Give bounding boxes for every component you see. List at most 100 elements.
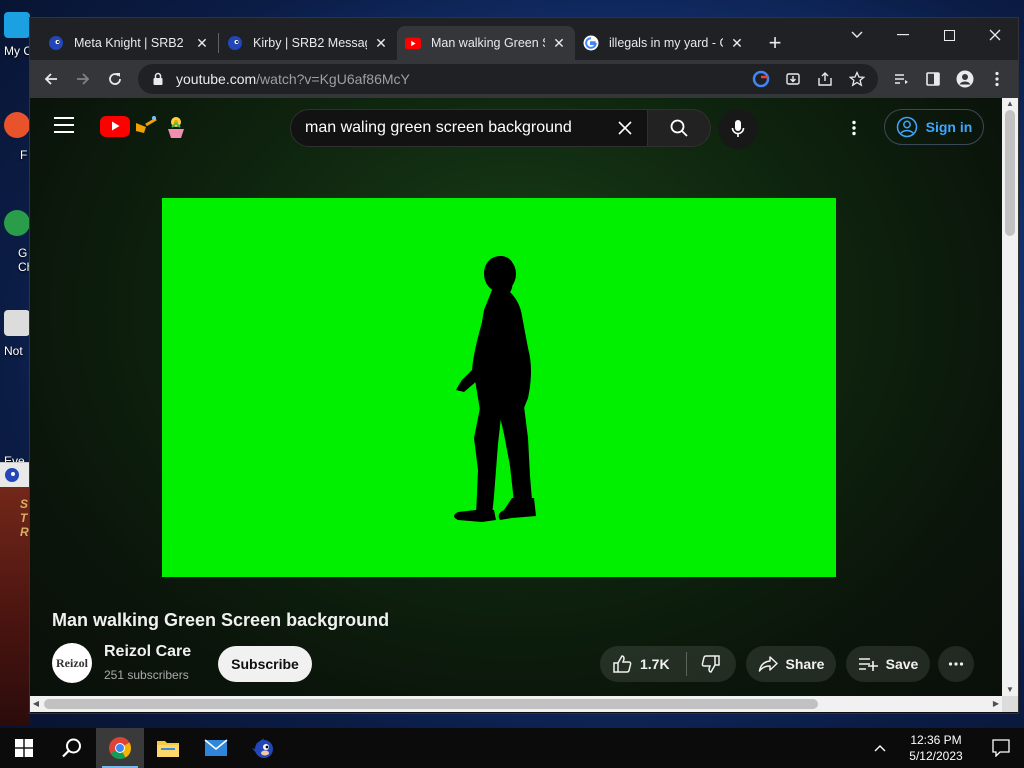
firefox-icon bbox=[4, 112, 30, 138]
clear-search-icon[interactable] bbox=[617, 120, 633, 136]
background-game-window[interactable]: S T R bbox=[0, 462, 30, 725]
share-button[interactable]: Share bbox=[746, 646, 836, 682]
channel-avatar[interactable]: Reizol bbox=[52, 643, 92, 683]
taskbar-mail[interactable] bbox=[192, 728, 240, 768]
google-lens-icon[interactable] bbox=[748, 66, 774, 92]
url-host: youtube.com bbox=[176, 71, 257, 87]
tab-title: Man walking Green S bbox=[431, 36, 545, 50]
more-actions-button[interactable] bbox=[938, 646, 974, 682]
minimize-button[interactable] bbox=[880, 18, 926, 52]
share-label: Share bbox=[785, 656, 825, 672]
reload-button[interactable] bbox=[100, 64, 130, 94]
vertical-scrollbar[interactable]: ▲ ▼ bbox=[1002, 98, 1018, 696]
sign-in-button[interactable]: Sign in bbox=[884, 109, 984, 145]
save-button[interactable]: Save bbox=[846, 646, 930, 682]
desktop-icon-my-computer[interactable]: My C bbox=[4, 12, 30, 58]
notepad-icon bbox=[4, 310, 30, 336]
desktop-icon-firefox[interactable]: F bbox=[4, 112, 30, 162]
tab-man-walking[interactable]: Man walking Green S ✕ bbox=[397, 26, 575, 60]
close-tab-icon[interactable]: ✕ bbox=[551, 35, 567, 51]
share-arrow-icon bbox=[758, 656, 778, 672]
desktop-icon-notepad[interactable]: Not bbox=[4, 310, 30, 358]
save-label: Save bbox=[885, 656, 919, 672]
close-tab-icon[interactable]: ✕ bbox=[373, 35, 389, 51]
guide-menu-button[interactable] bbox=[52, 113, 76, 137]
voice-search-button[interactable] bbox=[718, 109, 758, 149]
notification-center-button[interactable] bbox=[978, 739, 1024, 757]
avatar-text: Reizol bbox=[56, 655, 88, 670]
desktop-icon-label: G Ch bbox=[18, 246, 30, 274]
youtube-logo[interactable] bbox=[100, 113, 188, 139]
like-dislike-group: 1.7K bbox=[600, 646, 736, 682]
search-input[interactable]: man waling green screen background bbox=[290, 109, 648, 147]
close-tab-icon[interactable]: ✕ bbox=[194, 35, 210, 51]
taskbar-search-button[interactable] bbox=[48, 728, 96, 768]
taskbar-clock[interactable]: 12:36 PM 5/12/2023 bbox=[894, 732, 978, 764]
scroll-down-arrow-icon[interactable]: ▼ bbox=[1002, 684, 1018, 696]
walking-man-silhouette bbox=[454, 256, 536, 522]
scroll-left-arrow-icon[interactable]: ◀ bbox=[30, 696, 42, 712]
reload-icon bbox=[109, 73, 121, 85]
side-panel-button[interactable] bbox=[918, 64, 948, 94]
chrome-menu-button[interactable] bbox=[982, 64, 1012, 94]
new-tab-button[interactable]: + bbox=[761, 29, 789, 57]
game-window-titlebar bbox=[0, 463, 30, 487]
search-button[interactable] bbox=[647, 109, 711, 147]
account-icon bbox=[896, 116, 917, 138]
install-app-icon[interactable] bbox=[780, 66, 806, 92]
taskbar-chrome[interactable] bbox=[96, 728, 144, 768]
bookmark-star-icon[interactable] bbox=[844, 66, 870, 92]
settings-menu-button[interactable] bbox=[842, 116, 866, 140]
like-count: 1.7K bbox=[640, 656, 670, 672]
scroll-up-arrow-icon[interactable]: ▲ bbox=[1002, 98, 1018, 110]
subscribe-button[interactable]: Subscribe bbox=[218, 646, 312, 682]
subscriber-count: 251 subscribers bbox=[104, 668, 189, 682]
url-path: /watch?v=KgU6af86McY bbox=[256, 71, 410, 87]
tab-google-search[interactable]: illegals in my yard - G ✕ bbox=[575, 26, 753, 60]
show-hidden-icons-button[interactable] bbox=[866, 744, 894, 752]
tab-meta-knight[interactable]: Meta Knight | SRB2 M ✕ bbox=[40, 26, 218, 60]
hamburger-line bbox=[54, 131, 74, 133]
hamburger-line bbox=[54, 124, 74, 126]
desktop-icon-chrome[interactable]: G Ch bbox=[4, 210, 30, 274]
horizontal-scrollbar[interactable]: ◀ ▶ bbox=[30, 696, 1002, 712]
forward-button[interactable] bbox=[68, 64, 98, 94]
start-button[interactable] bbox=[0, 728, 48, 768]
thumbs-down-icon bbox=[701, 655, 720, 673]
share-page-icon[interactable] bbox=[812, 66, 838, 92]
desktop-icon-event[interactable]: Eve bbox=[4, 410, 30, 468]
tab-kirby[interactable]: Kirby | SRB2 Message ✕ bbox=[219, 26, 397, 60]
horizontal-dots-icon bbox=[948, 662, 964, 666]
scroll-right-arrow-icon[interactable]: ▶ bbox=[990, 696, 1002, 712]
profile-button[interactable] bbox=[950, 64, 980, 94]
back-arrow-icon bbox=[44, 73, 57, 85]
youtube-page: man waling green screen background Sign … bbox=[30, 98, 1002, 698]
address-bar[interactable]: youtube.com/watch?v=KgU6af86McY bbox=[138, 64, 878, 94]
close-tab-icon[interactable]: ✕ bbox=[729, 35, 745, 51]
forward-arrow-icon bbox=[77, 73, 90, 85]
taskbar-srb2[interactable] bbox=[240, 728, 288, 768]
maximize-button[interactable] bbox=[926, 18, 972, 52]
microphone-icon bbox=[731, 120, 745, 137]
browser-window: Meta Knight | SRB2 M ✕ Kirby | SRB2 Mess… bbox=[30, 18, 1018, 713]
chrome-icon bbox=[4, 210, 30, 236]
youtube-play-icon bbox=[100, 115, 130, 137]
close-window-button[interactable] bbox=[972, 18, 1018, 52]
dislike-button[interactable] bbox=[687, 654, 735, 674]
tab-strip: Meta Knight | SRB2 M ✕ Kirby | SRB2 Mess… bbox=[30, 18, 1018, 60]
reading-list-button[interactable] bbox=[886, 64, 916, 94]
taskbar-file-explorer[interactable] bbox=[144, 728, 192, 768]
tab-search-icon[interactable] bbox=[834, 18, 880, 52]
like-button[interactable]: 1.7K bbox=[600, 654, 686, 674]
taskbar: 12:36 PM 5/12/2023 bbox=[0, 728, 1024, 768]
video-player[interactable] bbox=[162, 198, 836, 577]
clock-time: 12:36 PM bbox=[910, 733, 962, 747]
shortcut-icon bbox=[4, 410, 30, 436]
channel-name[interactable]: Reizol Care bbox=[104, 643, 191, 661]
horizontal-scroll-thumb[interactable] bbox=[44, 699, 818, 709]
vertical-scroll-thumb[interactable] bbox=[1005, 110, 1015, 236]
back-button[interactable] bbox=[36, 64, 66, 94]
tab-title: illegals in my yard - G bbox=[609, 36, 723, 50]
sonic-icon bbox=[48, 35, 64, 51]
sonic-icon bbox=[252, 738, 273, 758]
